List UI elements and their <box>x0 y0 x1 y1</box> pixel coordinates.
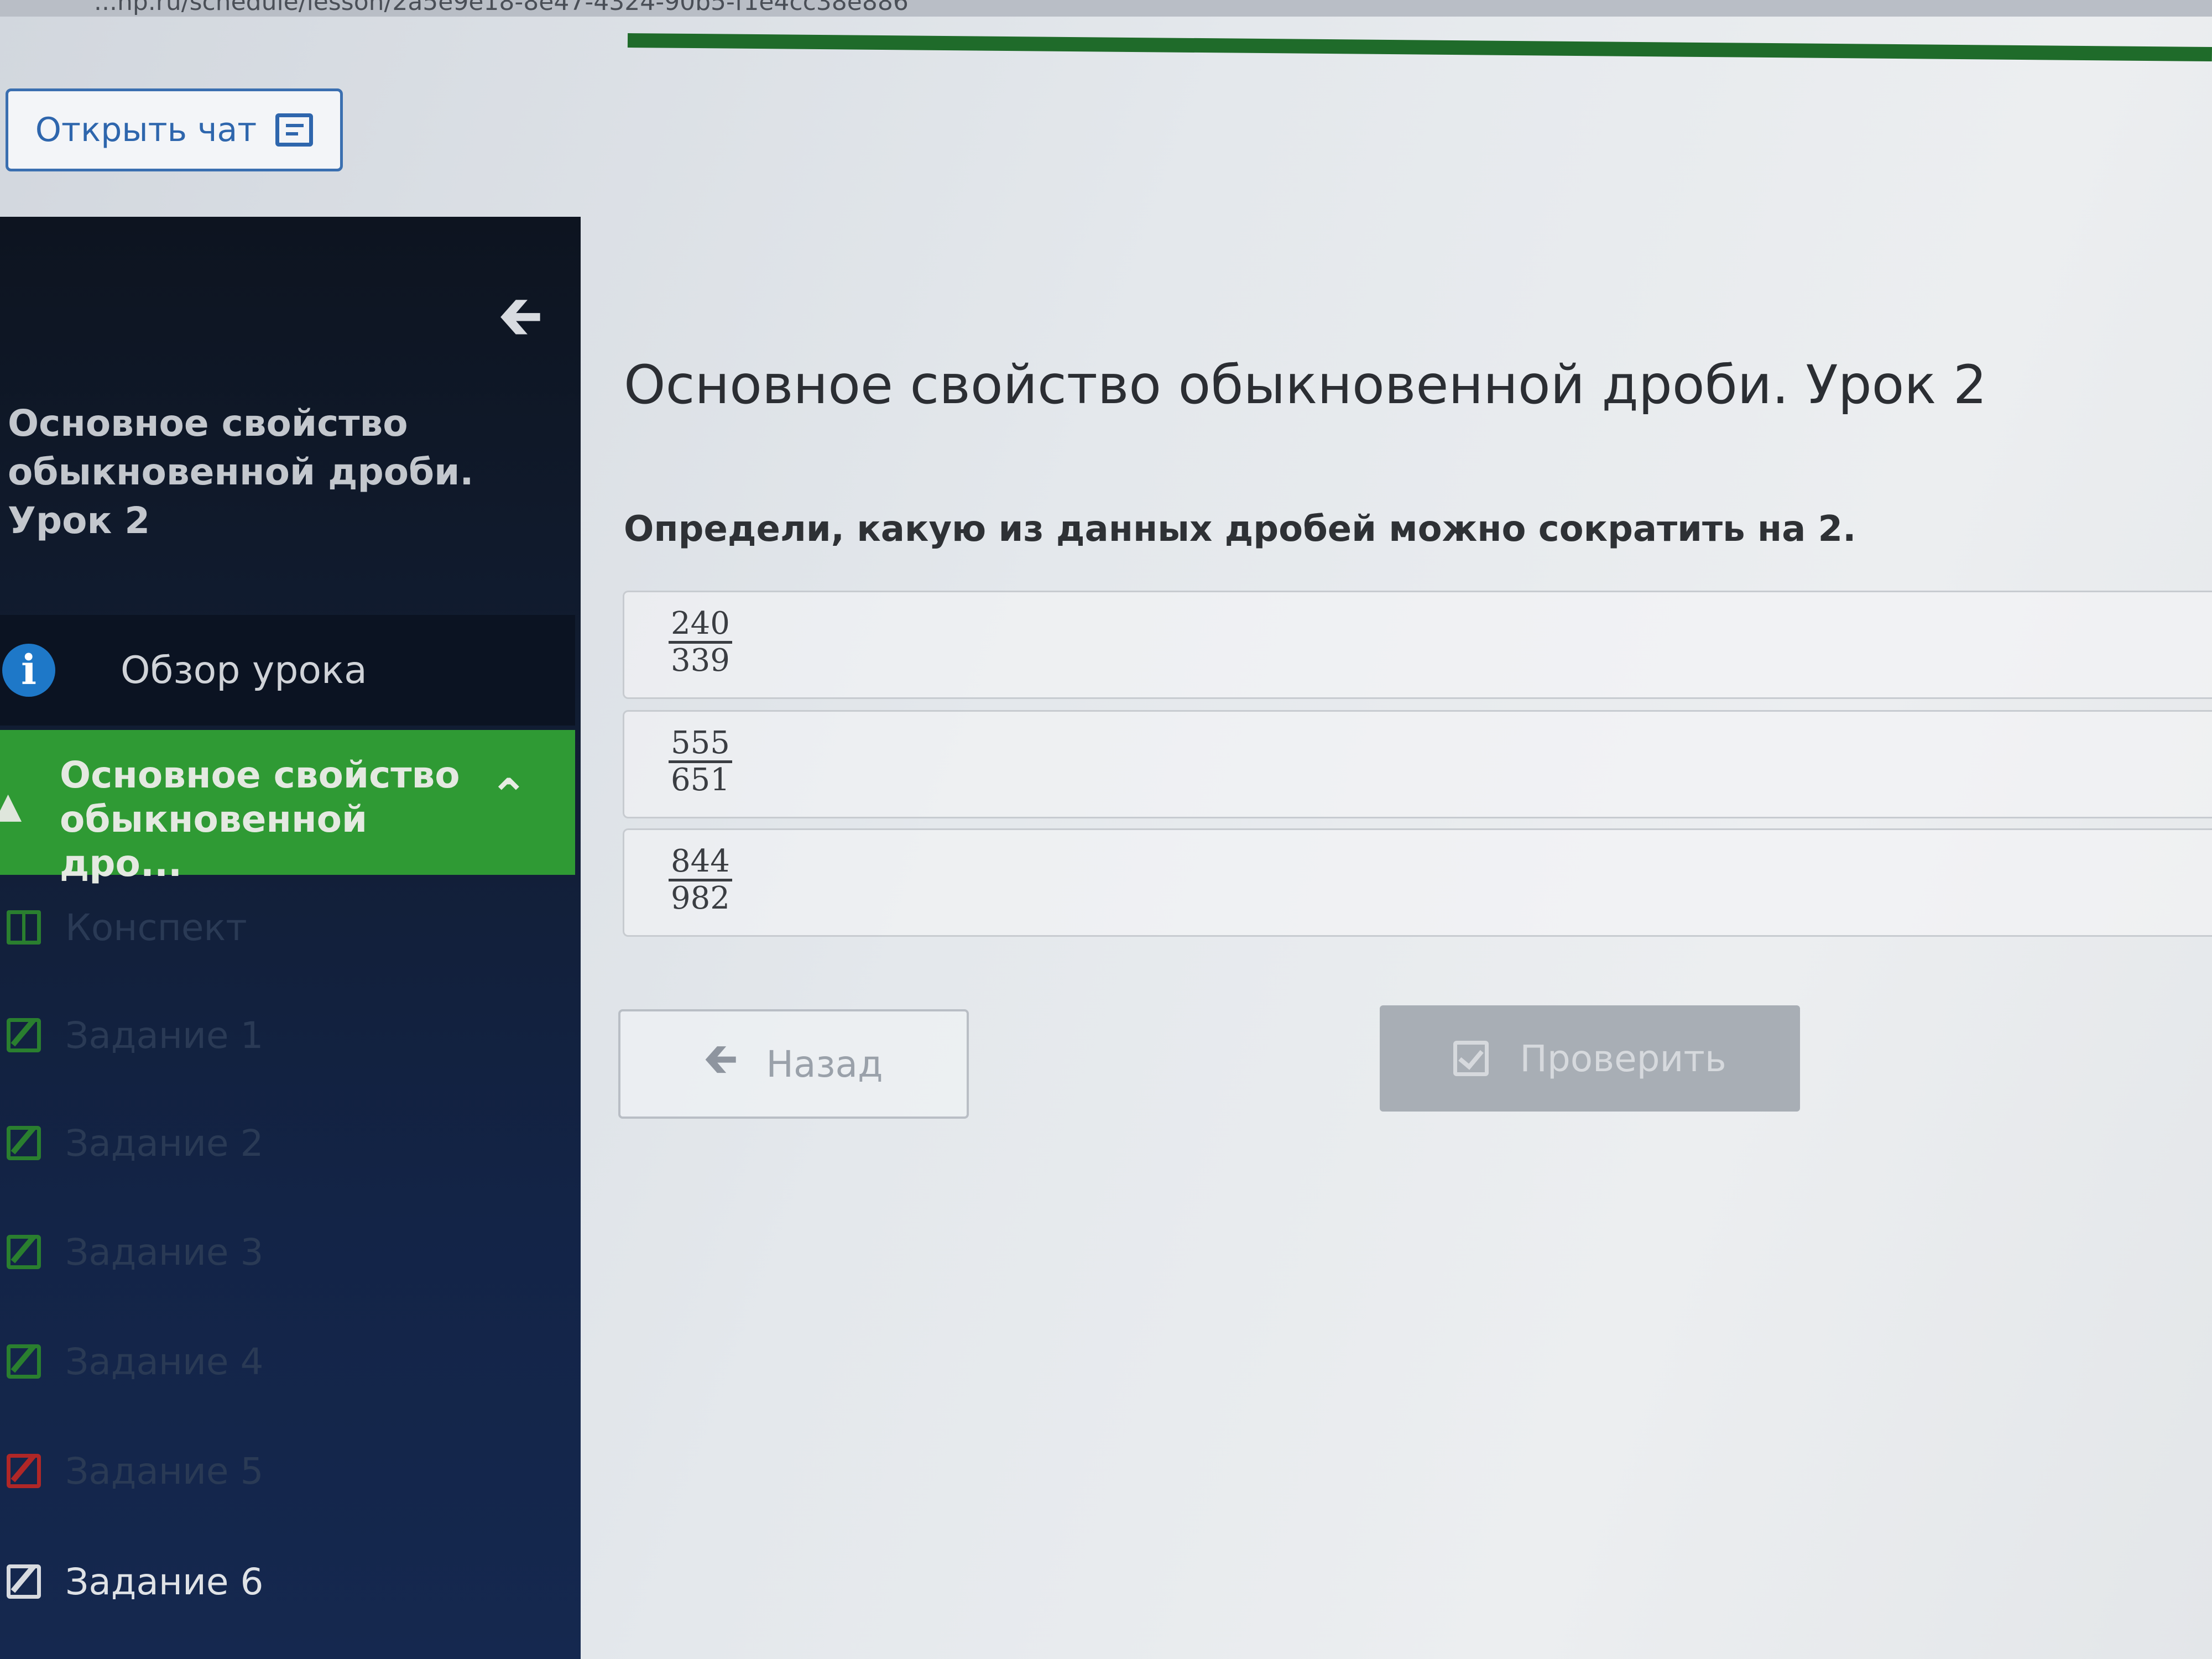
open-chat-label: Открыть чат <box>35 111 257 149</box>
edit-icon <box>7 1235 41 1269</box>
sidebar-section-active[interactable]: ▲ Основное свойство обыкновенной дро... … <box>0 730 575 885</box>
lesson-sidebar: 🡰 Основное свойство обыкновенной дроби. … <box>0 217 581 1659</box>
answer-option[interactable]: 555 651 <box>623 710 2212 818</box>
edit-icon <box>7 1564 41 1599</box>
fraction-numerator: 844 <box>669 844 732 881</box>
active-section-label: Основное свойство обыкновенной дро... <box>60 754 460 885</box>
sidebar-item-task-3[interactable]: Задание 3 <box>0 1211 575 1293</box>
graduation-cap-icon: ▲ <box>0 785 22 826</box>
sidebar-item-konspekt[interactable]: Конспект <box>0 886 575 969</box>
sidebar-item-task-2[interactable]: Задание 2 <box>0 1102 575 1185</box>
sidebar-item-label: Задание 2 <box>65 1121 264 1165</box>
info-icon: i <box>2 644 55 697</box>
sidebar-item-task-5[interactable]: Задание 5 <box>0 1430 575 1512</box>
sidebar-lesson-title: Основное свойство обыкновенной дроби. Ур… <box>8 402 474 542</box>
checkbox-check-icon <box>1453 1041 1489 1076</box>
edit-icon <box>7 1018 41 1052</box>
page-title: Основное свойство обыкновенной дроби. Ур… <box>624 354 1987 416</box>
fraction: 844 982 <box>669 844 732 916</box>
sidebar-item-task-4[interactable]: Задание 4 <box>0 1320 575 1403</box>
sidebar-item-label: Задание 6 <box>65 1560 264 1603</box>
chat-icon <box>275 113 314 147</box>
check-label: Проверить <box>1520 1037 1726 1080</box>
check-button[interactable]: Проверить <box>1380 1005 1800 1112</box>
answer-option[interactable]: 240 339 <box>623 591 2212 699</box>
sidebar-item-label: Задание 4 <box>65 1340 264 1383</box>
edit-icon <box>7 1344 41 1379</box>
fraction-denominator: 651 <box>671 762 730 798</box>
overview-label: Обзор урока <box>121 648 367 692</box>
fraction: 555 651 <box>669 726 732 797</box>
fraction-denominator: 982 <box>671 880 730 916</box>
sidebar-item-task-6[interactable]: Задание 6 <box>0 1540 575 1623</box>
book-icon <box>7 910 41 945</box>
sidebar-item-label: Задание 3 <box>65 1230 264 1274</box>
fraction-denominator: 339 <box>671 643 730 679</box>
browser-url-bar[interactable]: ...np.ru/schedule/lesson/2a5e9e18-8e47-4… <box>0 0 2212 17</box>
sidebar-item-label: Конспект <box>65 906 247 949</box>
fraction-numerator: 240 <box>669 607 732 644</box>
url-text: ...np.ru/schedule/lesson/2a5e9e18-8e47-4… <box>94 0 909 16</box>
fraction-numerator: 555 <box>669 726 732 763</box>
sidebar-item-label: Задание 5 <box>65 1449 264 1493</box>
answer-option[interactable]: 844 982 <box>623 828 2212 937</box>
question-text: Определи, какую из данных дробей можно с… <box>624 509 1856 550</box>
arrow-left-icon: 🡰 <box>704 1035 738 1083</box>
collapse-sidebar-arrow-icon[interactable]: 🡰 <box>499 278 542 368</box>
chevron-up-icon[interactable]: ⌃ <box>489 769 528 823</box>
edit-icon <box>7 1126 41 1160</box>
back-label: Назад <box>766 1042 883 1086</box>
lesson-progress-bar <box>627 33 2212 62</box>
sidebar-item-task-1[interactable]: Задание 1 <box>0 994 575 1077</box>
back-button[interactable]: 🡰 Назад <box>618 1009 969 1119</box>
sidebar-item-overview[interactable]: i Обзор урока <box>0 615 575 726</box>
fraction: 240 339 <box>669 607 732 678</box>
edit-icon <box>7 1454 41 1488</box>
open-chat-button[interactable]: Открыть чат <box>6 88 343 171</box>
sidebar-item-label: Задание 1 <box>65 1014 264 1057</box>
